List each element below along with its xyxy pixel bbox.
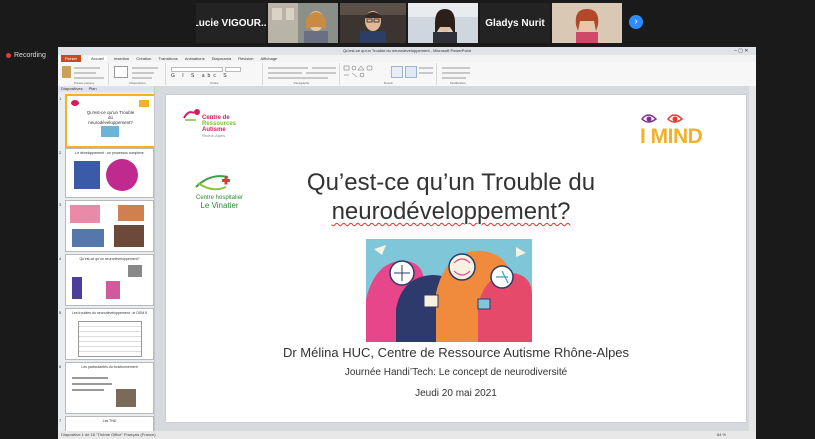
ribbon: Presse-papiers Diapositives G I S abc S … [58,62,756,87]
pane-tabs: Diapositives Plan [58,86,154,92]
status-text: Diapositive 1 de 16 "Thème Office" Franç… [61,432,156,437]
ribbon-group-label: Police [210,81,219,85]
powerpoint-window: Qu'est-ce qu'un Trouble du neurodévelopp… [58,47,756,439]
slide-thumbnail[interactable]: Qu'est-ce qu'un neurodéveloppement? [65,254,154,306]
participant-video[interactable] [408,3,478,43]
cra-logo: Centre de Ressources Autisme Rhône-Alpes [202,115,236,138]
tab-accueil[interactable]: Accueil [88,56,107,61]
participant-tile[interactable]: Lucie VIGOUR... [196,3,266,43]
tab-slides[interactable]: Diapositives [61,86,83,92]
ch-vinatier-logo-icon [195,175,230,191]
tab-diaporama[interactable]: Diaporama [212,56,232,61]
cra-logo-mark [183,109,200,121]
participant-name: Lucie VIGOUR... [196,17,266,29]
participant-name: Gladys Nurit [485,17,545,29]
slide-event: Journée Handi’Tech: Le concept de neurod… [344,367,568,378]
current-slide[interactable]: Centre de Ressources Autisme Rhône-Alpes… [166,95,746,422]
slides-pane: Diapositives Plan 1 Qu'est-ce qu'un Trou… [58,86,155,431]
ribbon-group-label: Diapositives [129,81,146,85]
ribbon-group-label: Presse-papiers [73,81,95,85]
participant-video[interactable] [340,3,406,43]
imind-eyes-icon [641,114,684,123]
next-participants-button[interactable]: › [629,15,643,29]
record-dot-icon [6,53,11,58]
ribbon-group-editing[interactable]: Modification [438,63,478,85]
slide-title-line: Qu’est-ce qu’un Trouble du [306,169,596,196]
thumb-title: Le développement : un processus complexe [75,151,144,155]
cra-logo-sub: Rhône-Alpes [202,133,226,138]
tab-outline[interactable]: Plan [89,86,97,92]
slide-author: Dr Mélina HUC, Centre de Ressource Autis… [282,345,630,360]
slide-thumbnail[interactable]: Les troubles du neurodéveloppement : le … [65,308,154,360]
ch-logo-line: Le Vinatier [200,201,239,210]
tab-insertion[interactable]: Insertion [114,56,129,61]
participant-tile[interactable]: Gladys Nurit [480,3,550,43]
thumb-title: Qu'est-ce qu'un Trouble du neurodévelopp… [86,110,135,125]
thumb-number: 6 [59,364,62,369]
ch-vinatier-logo: Centre hospitalier Le Vinatier [196,195,243,210]
ribbon-group-paragraph[interactable]: Paragraphe [264,63,340,85]
ribbon-group-label: Dessin [383,81,394,85]
slide-thumbnail[interactable]: Les TND [65,416,154,431]
slide-date: Jeudi 20 mai 2021 [415,388,497,399]
tab-affichage[interactable]: Affichage [261,56,278,61]
ribbon-group-drawing[interactable]: Dessin [341,63,437,85]
thumb-title: Les particularités du fonctionnement [81,365,138,369]
participant-video[interactable] [552,3,622,43]
shapes-gallery-icon [343,65,373,78]
tab-creation[interactable]: Création [136,56,151,61]
tab-transitions[interactable]: Transitions [158,56,177,61]
ribbon-group-font[interactable]: G I S abc S Police [167,63,263,85]
ribbon-group-slides[interactable]: Diapositives [110,63,166,85]
vertical-scrollbar[interactable] [749,86,756,431]
slide-thumbnail[interactable]: Les particularités du fonctionnement [65,362,154,414]
status-bar: Diapositive 1 de 16 "Thème Office" Franç… [58,431,756,439]
slide-editor: Centre de Ressources Autisme Rhône-Alpes… [155,86,756,431]
ribbon-group-clipboard[interactable]: Presse-papiers [60,63,109,85]
window-title: Qu'est-ce qu'un Trouble du neurodévelopp… [58,47,756,55]
thumb-title: Qu'est-ce qu'un neurodéveloppement? [79,257,140,261]
slide-title-line: neurodéveloppement? [331,198,571,225]
participant-video[interactable] [268,3,338,43]
chevron-right-icon: › [634,16,638,27]
thumb-number: 4 [59,256,62,261]
ribbon-tabs: Fichier Accueil Insertion Création Trans… [58,55,756,62]
slide-thumbnail[interactable]: Le développement : un processus complexe [65,148,154,198]
tab-revision[interactable]: Révision [238,56,253,61]
thumb-number: 1 [59,96,62,101]
thumb-number: 7 [59,418,62,423]
thumb-title: Les TND [102,419,117,423]
thumb-number: 3 [59,202,62,207]
slide-thumbnail[interactable]: Qu'est-ce qu'un Trouble du neurodévelopp… [65,94,154,148]
ribbon-group-label: Paragraphe [293,81,310,85]
imind-logo: I MIND [640,125,703,148]
recording-label: Recording [14,52,46,59]
ribbon-group-label: Modification [449,81,466,85]
thumb-number: 2 [59,150,62,155]
slide-thumbnail[interactable] [65,200,154,252]
thumb-title: Les troubles du neurodéveloppement : le … [71,311,148,315]
tab-file[interactable]: Fichier [61,55,82,62]
tab-animations[interactable]: Animations [185,56,205,61]
zoom-level[interactable]: 84 % [717,431,726,439]
slide-title[interactable]: Qu’est-ce qu’un Trouble du neurodévelopp… [251,168,651,226]
thumb-number: 5 [59,310,62,315]
neurodiversity-illustration [366,239,532,342]
window-controls[interactable]: – ▢ ✕ [734,48,754,54]
recording-indicator: Recording [6,52,46,59]
